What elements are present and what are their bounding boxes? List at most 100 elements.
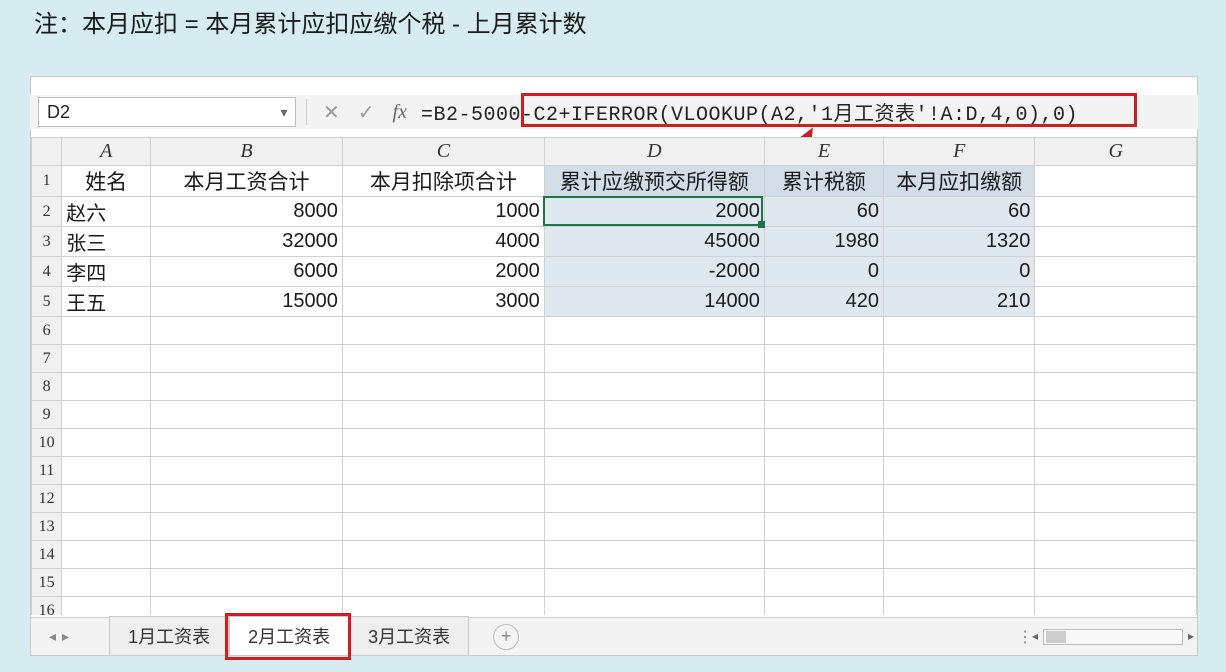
row-header-1[interactable]: 1 xyxy=(32,166,62,197)
cell-A15[interactable] xyxy=(62,569,151,597)
cell-D9[interactable] xyxy=(544,401,764,429)
cell-D2[interactable]: 2000 xyxy=(544,197,764,227)
cell-E11[interactable] xyxy=(764,457,883,485)
cell-G7[interactable] xyxy=(1035,345,1197,373)
row-header-15[interactable]: 15 xyxy=(32,569,62,597)
cell-D15[interactable] xyxy=(544,569,764,597)
row-header-16[interactable]: 16 xyxy=(32,597,62,616)
cell-F12[interactable] xyxy=(883,485,1034,513)
cell-D14[interactable] xyxy=(544,541,764,569)
cell-F2[interactable]: 60 xyxy=(883,197,1034,227)
cell-B10[interactable] xyxy=(151,429,343,457)
row-header-11[interactable]: 11 xyxy=(32,457,62,485)
spreadsheet-grid[interactable]: ABCDEFG1姓名本月工资合计本月扣除项合计累计应缴预交所得额累计税额本月应扣… xyxy=(31,137,1197,615)
cell-G6[interactable] xyxy=(1035,317,1197,345)
cell-E3[interactable]: 1980 xyxy=(764,227,883,257)
cell-F1[interactable]: 本月应扣缴额 xyxy=(883,166,1034,197)
cell-E16[interactable] xyxy=(764,597,883,616)
cell-C14[interactable] xyxy=(342,541,544,569)
row-header-2[interactable]: 2 xyxy=(32,197,62,227)
cell-G12[interactable] xyxy=(1035,485,1197,513)
cell-E10[interactable] xyxy=(764,429,883,457)
cell-D8[interactable] xyxy=(544,373,764,401)
cell-E14[interactable] xyxy=(764,541,883,569)
cell-C9[interactable] xyxy=(342,401,544,429)
cell-C3[interactable]: 4000 xyxy=(342,227,544,257)
formula-bar[interactable]: =B2-5000-C2+IFERROR(VLOOKUP(A2,'1月工资表'!A… xyxy=(421,97,1190,127)
cell-C4[interactable]: 2000 xyxy=(342,257,544,287)
cell-C13[interactable] xyxy=(342,513,544,541)
add-sheet-button[interactable]: + xyxy=(493,624,519,650)
cell-B14[interactable] xyxy=(151,541,343,569)
cell-E4[interactable]: 0 xyxy=(764,257,883,287)
row-header-6[interactable]: 6 xyxy=(32,317,62,345)
cell-F4[interactable]: 0 xyxy=(883,257,1034,287)
select-all-corner[interactable] xyxy=(32,138,62,166)
cell-C10[interactable] xyxy=(342,429,544,457)
cell-A12[interactable] xyxy=(62,485,151,513)
cell-A11[interactable] xyxy=(62,457,151,485)
name-box[interactable]: D2 ▾ xyxy=(38,97,296,127)
cell-B11[interactable] xyxy=(151,457,343,485)
cell-F13[interactable] xyxy=(883,513,1034,541)
sheet-tab-2[interactable]: 3月工资表 xyxy=(349,616,469,655)
cell-D6[interactable] xyxy=(544,317,764,345)
cell-B5[interactable]: 15000 xyxy=(151,287,343,317)
cell-B6[interactable] xyxy=(151,317,343,345)
cell-F6[interactable] xyxy=(883,317,1034,345)
row-header-9[interactable]: 9 xyxy=(32,401,62,429)
row-header-7[interactable]: 7 xyxy=(32,345,62,373)
cell-B15[interactable] xyxy=(151,569,343,597)
cell-C8[interactable] xyxy=(342,373,544,401)
row-header-3[interactable]: 3 xyxy=(32,227,62,257)
cell-E6[interactable] xyxy=(764,317,883,345)
col-header-E[interactable]: E xyxy=(764,138,883,166)
cell-C11[interactable] xyxy=(342,457,544,485)
cell-C5[interactable]: 3000 xyxy=(342,287,544,317)
horizontal-scrollbar[interactable]: ◂ ▸ xyxy=(1043,629,1183,645)
cell-E2[interactable]: 60 xyxy=(764,197,883,227)
cell-B8[interactable] xyxy=(151,373,343,401)
cell-C2[interactable]: 1000 xyxy=(342,197,544,227)
cell-E8[interactable] xyxy=(764,373,883,401)
cell-G4[interactable] xyxy=(1035,257,1197,287)
col-header-C[interactable]: C xyxy=(342,138,544,166)
cell-G11[interactable] xyxy=(1035,457,1197,485)
cell-G13[interactable] xyxy=(1035,513,1197,541)
cell-F3[interactable]: 1320 xyxy=(883,227,1034,257)
col-header-A[interactable]: A xyxy=(62,138,151,166)
cell-B4[interactable]: 6000 xyxy=(151,257,343,287)
row-header-12[interactable]: 12 xyxy=(32,485,62,513)
cell-A1[interactable]: 姓名 xyxy=(62,166,151,197)
row-header-14[interactable]: 14 xyxy=(32,541,62,569)
cell-F8[interactable] xyxy=(883,373,1034,401)
cancel-icon[interactable]: ✕ xyxy=(323,100,340,125)
name-box-dropdown-icon[interactable]: ▾ xyxy=(273,104,295,121)
col-header-G[interactable]: G xyxy=(1035,138,1197,166)
cell-E9[interactable] xyxy=(764,401,883,429)
cell-A4[interactable]: 李四 xyxy=(62,257,151,287)
cell-C7[interactable] xyxy=(342,345,544,373)
cell-E13[interactable] xyxy=(764,513,883,541)
cell-F16[interactable] xyxy=(883,597,1034,616)
scroll-right-icon[interactable]: ▸ xyxy=(1184,629,1198,645)
cell-F15[interactable] xyxy=(883,569,1034,597)
cell-F11[interactable] xyxy=(883,457,1034,485)
cell-G8[interactable] xyxy=(1035,373,1197,401)
cell-D7[interactable] xyxy=(544,345,764,373)
scroll-thumb[interactable] xyxy=(1046,631,1066,643)
cell-D1[interactable]: 累计应缴预交所得额 xyxy=(544,166,764,197)
cell-A7[interactable] xyxy=(62,345,151,373)
col-header-F[interactable]: F xyxy=(883,138,1034,166)
cell-A5[interactable]: 王五 xyxy=(62,287,151,317)
col-header-B[interactable]: B xyxy=(151,138,343,166)
cell-A13[interactable] xyxy=(62,513,151,541)
cell-A8[interactable] xyxy=(62,373,151,401)
row-header-8[interactable]: 8 xyxy=(32,373,62,401)
cell-G2[interactable] xyxy=(1035,197,1197,227)
cell-C12[interactable] xyxy=(342,485,544,513)
row-header-10[interactable]: 10 xyxy=(32,429,62,457)
cell-E1[interactable]: 累计税额 xyxy=(764,166,883,197)
cell-D11[interactable] xyxy=(544,457,764,485)
cell-E7[interactable] xyxy=(764,345,883,373)
